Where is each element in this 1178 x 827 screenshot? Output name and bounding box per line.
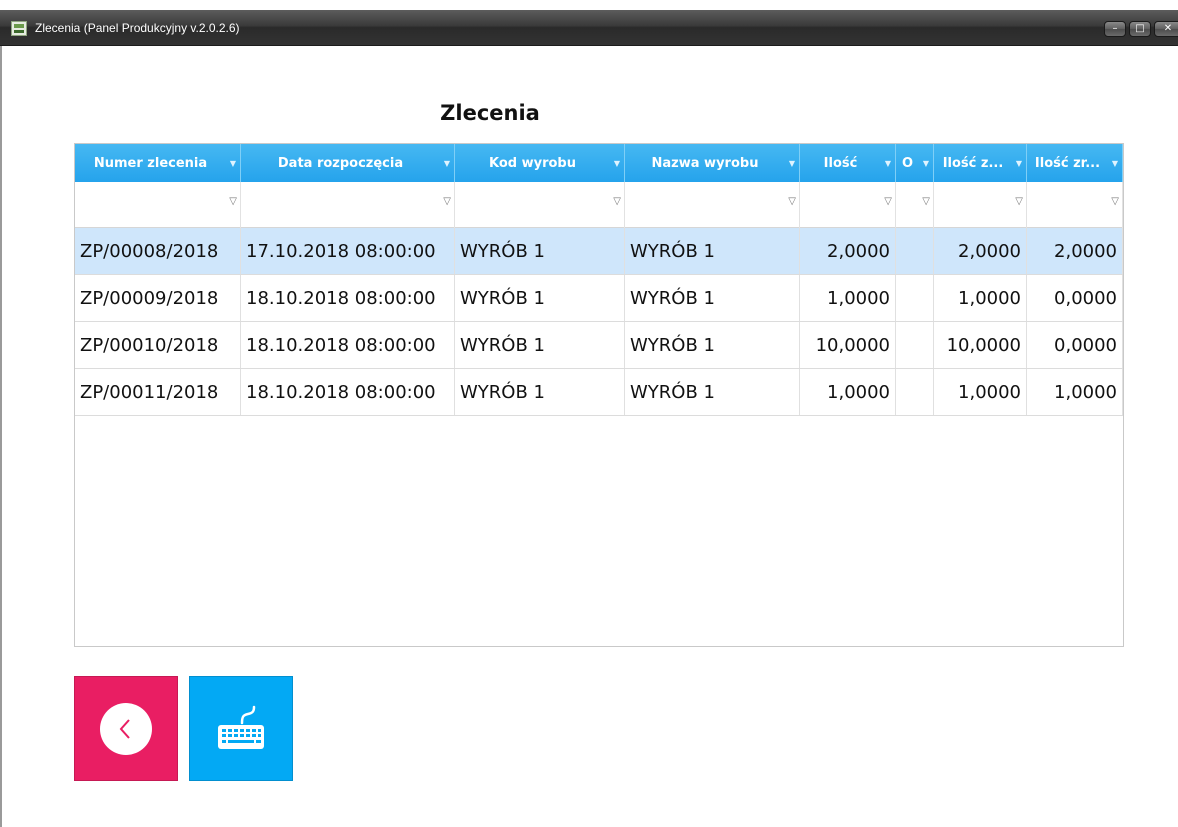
- column-header-order-number[interactable]: Numer zlecenia ▼: [75, 144, 241, 182]
- column-header-label: Data rozpoczęcia: [277, 155, 404, 171]
- cell-product-code: WYRÓB 1: [455, 275, 625, 321]
- filter-icon[interactable]: ▽: [788, 196, 796, 207]
- cell-product-code: WYRÓB 1: [455, 369, 625, 415]
- maximize-button[interactable]: □: [1129, 21, 1151, 37]
- filter-cell-product-name[interactable]: ▽: [625, 182, 800, 228]
- chevron-left-icon: [119, 718, 130, 739]
- column-header-quantity[interactable]: Ilość ▼: [800, 144, 896, 182]
- cell-o: [896, 275, 934, 321]
- cell-start-date: 18.10.2018 08:00:00: [241, 322, 455, 368]
- column-header-quantity-z[interactable]: Ilość z... ▼: [934, 144, 1027, 182]
- column-header-product-name[interactable]: Nazwa wyrobu ▼: [625, 144, 800, 182]
- filter-cell-quantity-z[interactable]: ▽: [934, 182, 1027, 228]
- cell-quantity-z: 10,0000: [934, 322, 1027, 368]
- cell-product-code: WYRÓB 1: [455, 322, 625, 368]
- cell-order-number: ZP/00011/2018: [75, 369, 241, 415]
- filter-icon[interactable]: ▽: [229, 196, 237, 207]
- column-filter-icon[interactable]: ▼: [885, 159, 891, 168]
- column-header-label: Numer zlecenia: [93, 155, 208, 171]
- table-row[interactable]: ZP/00008/2018 17.10.2018 08:00:00 WYRÓB …: [75, 228, 1123, 275]
- column-header-label: Ilość z...: [942, 155, 1004, 171]
- window-left-border: [0, 46, 2, 827]
- column-filter-icon[interactable]: ▼: [230, 159, 236, 168]
- filter-icon[interactable]: ▽: [922, 196, 930, 207]
- table-row[interactable]: ZP/00010/2018 18.10.2018 08:00:00 WYRÓB …: [75, 322, 1123, 369]
- app-icon: [11, 21, 27, 36]
- cell-product-name: WYRÓB 1: [625, 275, 800, 321]
- page-title: Zlecenia: [440, 101, 540, 125]
- cell-o: [896, 228, 934, 274]
- table-row[interactable]: ZP/00011/2018 18.10.2018 08:00:00 WYRÓB …: [75, 369, 1123, 416]
- window-titlebar[interactable]: Zlecenia (Panel Produkcyjny v.2.0.2.6) –…: [0, 10, 1178, 46]
- filter-cell-order-number[interactable]: ▽: [75, 182, 241, 228]
- column-header-label: Nazwa wyrobu: [651, 155, 759, 171]
- cell-product-name: WYRÓB 1: [625, 369, 800, 415]
- keyboard-button[interactable]: [189, 676, 293, 781]
- grid-header-row: Numer zlecenia ▼ Data rozpoczęcia ▼ Kod …: [75, 144, 1123, 182]
- filter-cell-start-date[interactable]: ▽: [241, 182, 455, 228]
- filter-cell-o[interactable]: ▽: [896, 182, 934, 228]
- column-header-quantity-zr[interactable]: Ilość zr... ▼: [1027, 144, 1123, 182]
- filter-cell-quantity[interactable]: ▽: [800, 182, 896, 228]
- column-header-label: Ilość: [823, 155, 858, 171]
- filter-icon[interactable]: ▽: [1015, 196, 1023, 207]
- cell-quantity-z: 1,0000: [934, 369, 1027, 415]
- filter-icon[interactable]: ▽: [443, 196, 451, 207]
- filter-cell-quantity-zr[interactable]: ▽: [1027, 182, 1123, 228]
- cell-quantity: 1,0000: [800, 369, 896, 415]
- cell-product-code: WYRÓB 1: [455, 228, 625, 274]
- column-filter-icon[interactable]: ▼: [789, 159, 795, 168]
- grid-body: ZP/00008/2018 17.10.2018 08:00:00 WYRÓB …: [75, 228, 1123, 416]
- orders-grid[interactable]: Numer zlecenia ▼ Data rozpoczęcia ▼ Kod …: [74, 143, 1124, 647]
- cell-order-number: ZP/00010/2018: [75, 322, 241, 368]
- column-filter-icon[interactable]: ▼: [1112, 159, 1118, 168]
- cell-quantity: 10,0000: [800, 322, 896, 368]
- close-button[interactable]: ✕: [1154, 21, 1178, 37]
- cell-quantity: 2,0000: [800, 228, 896, 274]
- cell-o: [896, 369, 934, 415]
- filter-icon[interactable]: ▽: [1111, 196, 1119, 207]
- column-filter-icon[interactable]: ▼: [1016, 159, 1022, 168]
- cell-quantity-zr: 0,0000: [1027, 275, 1123, 321]
- cell-quantity-zr: 2,0000: [1027, 228, 1123, 274]
- column-filter-icon[interactable]: ▼: [923, 159, 929, 168]
- column-header-product-code[interactable]: Kod wyrobu ▼: [455, 144, 625, 182]
- back-button[interactable]: [74, 676, 178, 781]
- cell-quantity: 1,0000: [800, 275, 896, 321]
- filter-icon[interactable]: ▽: [613, 196, 621, 207]
- column-filter-icon[interactable]: ▼: [444, 159, 450, 168]
- keyboard-icon: [218, 705, 264, 749]
- column-header-label: O: [901, 155, 914, 171]
- cell-start-date: 17.10.2018 08:00:00: [241, 228, 455, 274]
- column-header-o[interactable]: O ▼: [896, 144, 934, 182]
- cell-quantity-zr: 1,0000: [1027, 369, 1123, 415]
- minimize-button[interactable]: –: [1104, 21, 1126, 37]
- column-header-start-date[interactable]: Data rozpoczęcia ▼: [241, 144, 455, 182]
- cell-order-number: ZP/00009/2018: [75, 275, 241, 321]
- cell-quantity-zr: 0,0000: [1027, 322, 1123, 368]
- cell-product-name: WYRÓB 1: [625, 322, 800, 368]
- table-row[interactable]: ZP/00009/2018 18.10.2018 08:00:00 WYRÓB …: [75, 275, 1123, 322]
- column-header-label: Kod wyrobu: [489, 155, 576, 171]
- filter-cell-product-code[interactable]: ▽: [455, 182, 625, 228]
- back-circle: [100, 702, 152, 755]
- cell-quantity-z: 1,0000: [934, 275, 1027, 321]
- cell-product-name: WYRÓB 1: [625, 228, 800, 274]
- cell-order-number: ZP/00008/2018: [75, 228, 241, 274]
- window-title: Zlecenia (Panel Produkcyjny v.2.0.2.6): [35, 21, 240, 35]
- cell-quantity-z: 2,0000: [934, 228, 1027, 274]
- filter-icon[interactable]: ▽: [884, 196, 892, 207]
- cell-o: [896, 322, 934, 368]
- cell-start-date: 18.10.2018 08:00:00: [241, 275, 455, 321]
- column-header-label: Ilość zr...: [1034, 155, 1101, 171]
- grid-filter-row: ▽ ▽ ▽ ▽ ▽ ▽ ▽ ▽: [75, 182, 1123, 228]
- column-filter-icon[interactable]: ▼: [614, 159, 620, 168]
- cell-start-date: 18.10.2018 08:00:00: [241, 369, 455, 415]
